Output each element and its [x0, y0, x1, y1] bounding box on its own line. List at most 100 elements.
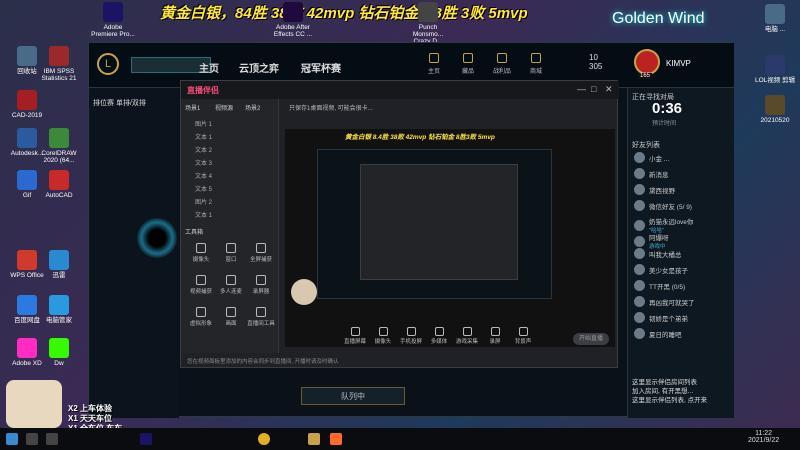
scene-tab[interactable]: 场景2 — [245, 103, 260, 112]
layer-item[interactable]: 图片 2 — [195, 197, 212, 206]
tool-button[interactable]: 直播间工具 — [247, 307, 275, 327]
layer-item[interactable]: 文本 5 — [195, 184, 212, 193]
task-view-icon[interactable] — [46, 433, 58, 445]
friend-item[interactable]: 小金 ... — [634, 152, 734, 163]
friend-name: 韧娇是个弟弟 — [649, 315, 688, 323]
lol-taskbar-icon[interactable] — [308, 433, 320, 445]
desktop-icon-label: AutoCAD — [45, 192, 73, 199]
tab-home[interactable]: 主页 — [199, 60, 219, 75]
be-count: 305 — [589, 62, 603, 71]
friend-item[interactable]: 新消息 — [634, 168, 734, 179]
profile-level: 165 — [638, 73, 653, 79]
tool-button[interactable]: 窗口 — [217, 243, 245, 263]
username[interactable]: KIMVP — [666, 59, 691, 68]
ranked-panel: 排位赛 单排/双排 — [89, 88, 179, 418]
layer-item[interactable]: 图片 1 — [195, 119, 212, 128]
streaming-taskbar-icon[interactable] — [330, 433, 342, 445]
app-icon — [49, 46, 69, 66]
friend-item[interactable]: 再凶我可就哭了 — [634, 296, 734, 307]
source-button[interactable]: 录屏 — [481, 327, 509, 345]
tool-icon — [256, 275, 266, 285]
desktop-icon[interactable]: CAD-2019 — [4, 90, 50, 119]
source-label: 背景声 — [514, 339, 532, 345]
source-button[interactable]: 游戏采集 — [453, 327, 481, 345]
nested-client — [317, 149, 552, 299]
source-button[interactable]: 手机投屏 — [397, 327, 425, 345]
collection-icon — [463, 53, 473, 63]
friend-item[interactable]: TT开黑 (0/5) — [634, 280, 734, 291]
vortex-emblem — [137, 218, 177, 258]
desktop-icon-label: Dw — [54, 360, 64, 367]
desktop-icon[interactable]: CorelDRAW 2020 (64... — [36, 128, 82, 164]
maximize-icon[interactable]: □ — [591, 84, 596, 94]
layer-item[interactable]: 文本 4 — [195, 171, 212, 180]
chrome-icon[interactable] — [258, 433, 270, 445]
currency[interactable]: 10 305 — [589, 53, 602, 71]
stream-banner: 黄金白银，84胜 38败 42mvp 钻石铂金：8胜 3败 5mvp — [160, 5, 528, 22]
close-icon[interactable]: ✕ — [605, 84, 613, 95]
source-button[interactable]: 多媒体 — [425, 327, 453, 345]
app-icon — [765, 55, 785, 75]
windows-start-icon[interactable] — [6, 433, 18, 445]
tool-button[interactable]: 虚拟形象 — [187, 307, 215, 327]
tools-header: 工具箱 — [185, 230, 204, 236]
premiere-icon[interactable] — [140, 433, 152, 445]
tool-icon — [256, 307, 266, 317]
app-icon — [283, 2, 303, 22]
friend-item[interactable]: 叫我大橘总 — [634, 248, 734, 259]
tool-button[interactable]: 多人连麦 — [217, 275, 245, 295]
friend-item[interactable]: 美少女是孩子 — [634, 264, 734, 275]
tab-tft[interactable]: 云顶之弈 — [239, 60, 279, 75]
avatar[interactable] — [634, 49, 660, 75]
overlay-line: X1 天天车位 — [68, 414, 113, 423]
queue-button[interactable]: 队列中 — [301, 387, 405, 405]
desktop-icon[interactable]: Punch Monsmo... Crazy D... — [405, 2, 451, 45]
nav-store-icon[interactable]: 商城 — [521, 53, 551, 75]
layer-item[interactable]: 文本 1 — [195, 210, 212, 219]
friend-text: 再凶我可就哭了 — [649, 297, 695, 307]
scene-tab[interactable]: 场景1 — [185, 103, 200, 112]
desktop-icon[interactable]: AutoCAD — [36, 170, 82, 199]
source-button[interactable]: 直播屏幕 — [341, 327, 369, 345]
friend-item[interactable]: 黛西视野 — [634, 184, 734, 195]
desktop-icon[interactable]: Adobe Premiere Pro... — [90, 2, 136, 38]
desktop-icon[interactable]: LOL视频 剪辑 — [752, 55, 798, 84]
tool-button[interactable]: 视频捕获 — [187, 275, 215, 295]
start-stream-button[interactable]: 开始直播 — [573, 333, 609, 345]
source-button[interactable]: 背景声 — [509, 327, 537, 345]
lol-logo-icon[interactable]: L — [97, 53, 119, 75]
nav-home-icon[interactable]: 主页 — [419, 53, 449, 75]
source-icon — [462, 327, 472, 336]
nav-tft-icon[interactable]: 战利品 — [487, 53, 517, 75]
app-icon — [49, 338, 69, 358]
layer-item[interactable]: 文本 3 — [195, 158, 212, 167]
friend-item[interactable]: 韧娇是个弟弟 — [634, 312, 734, 323]
rp-count: 10 — [589, 53, 598, 62]
source-button[interactable]: 摄像头 — [369, 327, 397, 345]
desktop-icon[interactable]: 迅雷 — [36, 250, 82, 279]
friend-name: 新消息 — [649, 171, 669, 179]
tool-button[interactable]: 画面 — [217, 307, 245, 327]
layer-item[interactable]: 文本 1 — [195, 132, 212, 141]
desktop-icon[interactable]: 电脑 ... — [752, 4, 798, 33]
scene-tab[interactable]: 视频源 — [215, 103, 233, 112]
app-icon — [17, 90, 37, 110]
source-icon — [434, 327, 444, 336]
search-icon[interactable] — [26, 433, 38, 445]
nav-collection-icon[interactable]: 藏品 — [453, 53, 483, 75]
desktop-icon[interactable]: 电脑管家 — [36, 295, 82, 324]
desktop-icon[interactable]: 20210520 — [752, 95, 798, 124]
tool-button[interactable]: 全屏捕获 — [247, 243, 275, 263]
friend-item[interactable]: 夏日的睡吧 — [634, 328, 734, 339]
desktop-icon[interactable]: Adobe After Effects CC ... — [270, 2, 316, 38]
tool-button[interactable]: 录屏器 — [247, 275, 275, 295]
minimize-icon[interactable]: — — [577, 84, 586, 94]
tool-button[interactable]: 摄像头 — [187, 243, 215, 263]
desktop-icon[interactable]: IBM SPSS Statistics 21 — [36, 46, 82, 82]
tool-label: 录屏器 — [252, 289, 270, 295]
desktop-icon[interactable]: Dw — [36, 338, 82, 367]
layer-item[interactable]: 文本 2 — [195, 145, 212, 154]
friend-text: 叫我大橘总 — [649, 249, 682, 259]
tab-clash[interactable]: 冠军杯赛 — [301, 60, 341, 75]
friend-item[interactable]: 微信好友 (5/ 9) — [634, 200, 734, 211]
